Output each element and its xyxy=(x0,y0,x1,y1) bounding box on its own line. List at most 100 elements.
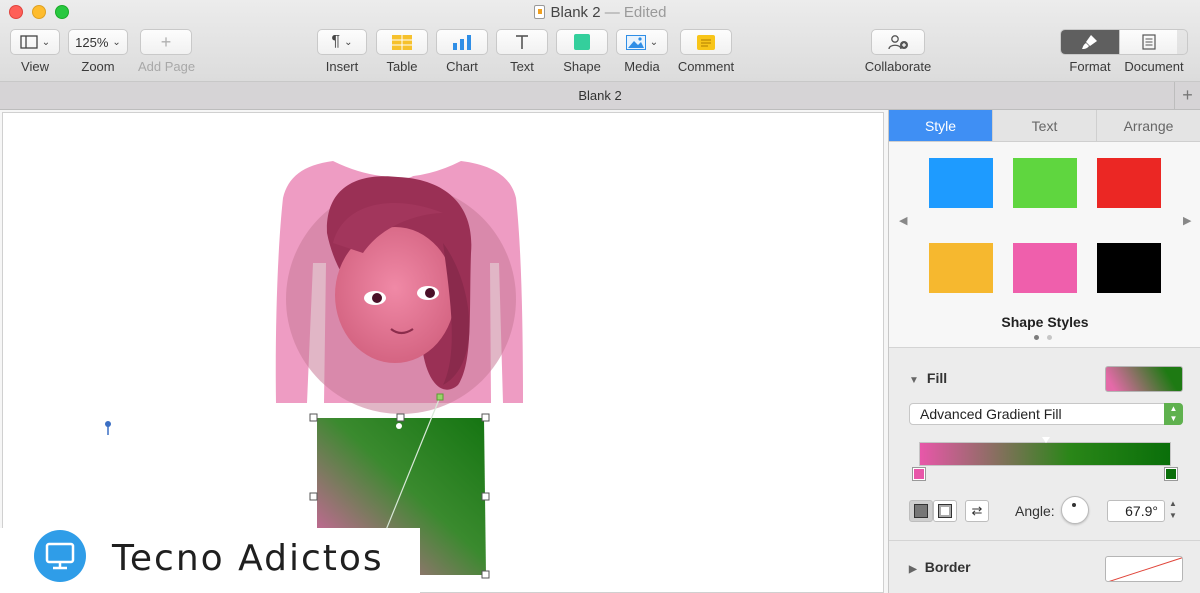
chevron-down-icon: ⌄ xyxy=(344,36,353,48)
document-status: — Edited xyxy=(604,4,667,21)
page-dot[interactable] xyxy=(1034,335,1039,340)
shape-style-swatch[interactable] xyxy=(1013,243,1077,293)
chart-button[interactable] xyxy=(436,29,488,55)
gradient-slider[interactable] xyxy=(919,442,1171,466)
shape-style-swatch[interactable] xyxy=(929,158,993,208)
tab-blank-2[interactable]: Blank 2 xyxy=(0,88,1200,103)
zoom-popup[interactable]: 125% ⌄ xyxy=(68,29,128,55)
shape-style-swatch[interactable] xyxy=(929,243,993,293)
title-bar: Blank 2 — Edited ⌄ View 125% ⌄ Zoom + Ad… xyxy=(0,0,1200,82)
radial-gradient-icon xyxy=(938,504,952,518)
media-button[interactable]: ⌄ xyxy=(616,29,668,55)
add-page-label: Add Page xyxy=(138,59,196,74)
format-inspector: Style Text Arrange ◀ ▶ Shape Styles ▼ Fil… xyxy=(888,110,1200,593)
gradient-end-stop[interactable] xyxy=(1164,467,1178,481)
section-divider xyxy=(889,540,1200,541)
document-title: Blank 2 — Edited xyxy=(0,4,1200,21)
view-button[interactable]: ⌄ xyxy=(10,29,60,55)
collaborate-button[interactable] xyxy=(871,29,925,55)
gradient-control-point[interactable] xyxy=(396,423,402,429)
media-label: Media xyxy=(624,59,660,74)
collaborate-icon xyxy=(888,35,908,50)
gradient-end-handle[interactable] xyxy=(436,393,444,401)
shape-style-swatch[interactable] xyxy=(1097,243,1161,293)
document-button[interactable] xyxy=(1119,30,1177,54)
table-button[interactable] xyxy=(376,29,428,55)
table-label: Table xyxy=(386,59,418,74)
shape-style-swatch[interactable] xyxy=(1013,158,1077,208)
collaborate-label: Collaborate xyxy=(864,59,932,74)
border-color-well[interactable] xyxy=(1105,556,1183,582)
watermark-text: Tecno Adictos xyxy=(112,538,384,579)
insert-label: Insert xyxy=(325,59,359,74)
comment-button[interactable] xyxy=(680,29,732,55)
watermark-banner: Tecno Adictos xyxy=(0,528,420,593)
shape-button[interactable] xyxy=(556,29,608,55)
media-tool: ⌄ Media xyxy=(616,29,668,74)
insert-tool: ¶ ⌄ Insert xyxy=(317,29,367,74)
gradient-midpoint-handle[interactable] xyxy=(1042,437,1050,443)
add-page-button[interactable]: + xyxy=(140,29,192,55)
table-icon xyxy=(392,34,412,50)
tab-text[interactable]: Text xyxy=(993,110,1097,141)
gradient-start-stop[interactable] xyxy=(912,467,926,481)
swap-arrows-icon: ⇄ xyxy=(971,503,983,518)
comment-tool: Comment xyxy=(676,29,736,74)
new-tab-button[interactable]: + xyxy=(1174,82,1200,109)
fill-section-header[interactable]: ▼ Fill xyxy=(909,370,947,386)
inspector-labels: Format Document xyxy=(1060,55,1188,74)
view-label: View xyxy=(21,59,49,74)
shape-icon xyxy=(574,34,590,50)
disclosure-down-icon: ▼ xyxy=(909,375,919,386)
inspector-toggle xyxy=(1060,29,1188,55)
chevron-left-icon[interactable]: ◀ xyxy=(899,214,907,227)
shape-style-swatch[interactable] xyxy=(1097,158,1161,208)
text-button[interactable] xyxy=(496,29,548,55)
sidebar-view-icon xyxy=(20,35,38,49)
shape-tool: Shape xyxy=(556,29,608,74)
angle-input[interactable]: 67.9° xyxy=(1107,500,1165,522)
angle-stepper[interactable]: ▲ ▼ xyxy=(1169,498,1177,522)
zoom-value: 125% xyxy=(75,34,109,50)
fill-type-value: Advanced Gradient Fill xyxy=(920,406,1062,422)
insert-button[interactable]: ¶ ⌄ xyxy=(317,29,367,55)
location-pin-icon[interactable] xyxy=(105,421,111,435)
document-label: Document xyxy=(1124,59,1184,74)
angle-dial[interactable] xyxy=(1061,496,1089,524)
tab-arrange[interactable]: Arrange xyxy=(1097,110,1200,141)
chevron-right-icon[interactable]: ▶ xyxy=(1183,214,1191,227)
linear-gradient-button[interactable] xyxy=(909,500,933,522)
inspector-tool: Format Document xyxy=(1060,29,1188,74)
format-button[interactable] xyxy=(1061,30,1119,54)
document-inspector-icon xyxy=(1141,34,1156,50)
fill-color-well[interactable] xyxy=(1105,366,1183,392)
format-label: Format xyxy=(1069,59,1111,74)
monitor-icon xyxy=(45,542,75,570)
text-icon xyxy=(516,35,528,49)
document-page[interactable] xyxy=(2,112,884,593)
page-dot[interactable] xyxy=(1047,335,1052,340)
tab-bar: Blank 2 + xyxy=(0,82,1200,110)
chevron-down-icon: ⌄ xyxy=(649,36,659,48)
comment-label: Comment xyxy=(677,59,735,74)
document-canvas[interactable] xyxy=(0,110,888,593)
reverse-gradient-button[interactable]: ⇄ xyxy=(965,500,989,522)
comment-icon xyxy=(697,34,715,50)
plus-icon: + xyxy=(160,31,172,52)
monitor-logo-icon xyxy=(34,530,86,582)
shape-label: Shape xyxy=(563,59,601,74)
view-tool: ⌄ View xyxy=(10,29,60,74)
border-section-header[interactable]: ▶ Border xyxy=(909,559,971,575)
chevron-down-icon: ⌄ xyxy=(112,36,121,48)
chart-label: Chart xyxy=(446,59,478,74)
border-label: Border xyxy=(924,559,971,575)
document-icon xyxy=(533,5,545,19)
pages-window: Blank 2 — Edited ⌄ View 125% ⌄ Zoom + Ad… xyxy=(0,0,1200,593)
radial-gradient-button[interactable] xyxy=(933,500,957,522)
tab-style[interactable]: Style xyxy=(889,110,993,141)
paintbrush-icon xyxy=(1082,35,1097,49)
fill-type-select[interactable]: Advanced Gradient Fill ▲ ▼ xyxy=(909,403,1183,425)
page-indicator xyxy=(1034,335,1052,340)
chart-tool: Chart xyxy=(436,29,488,74)
add-page-tool: + Add Page xyxy=(138,29,196,74)
